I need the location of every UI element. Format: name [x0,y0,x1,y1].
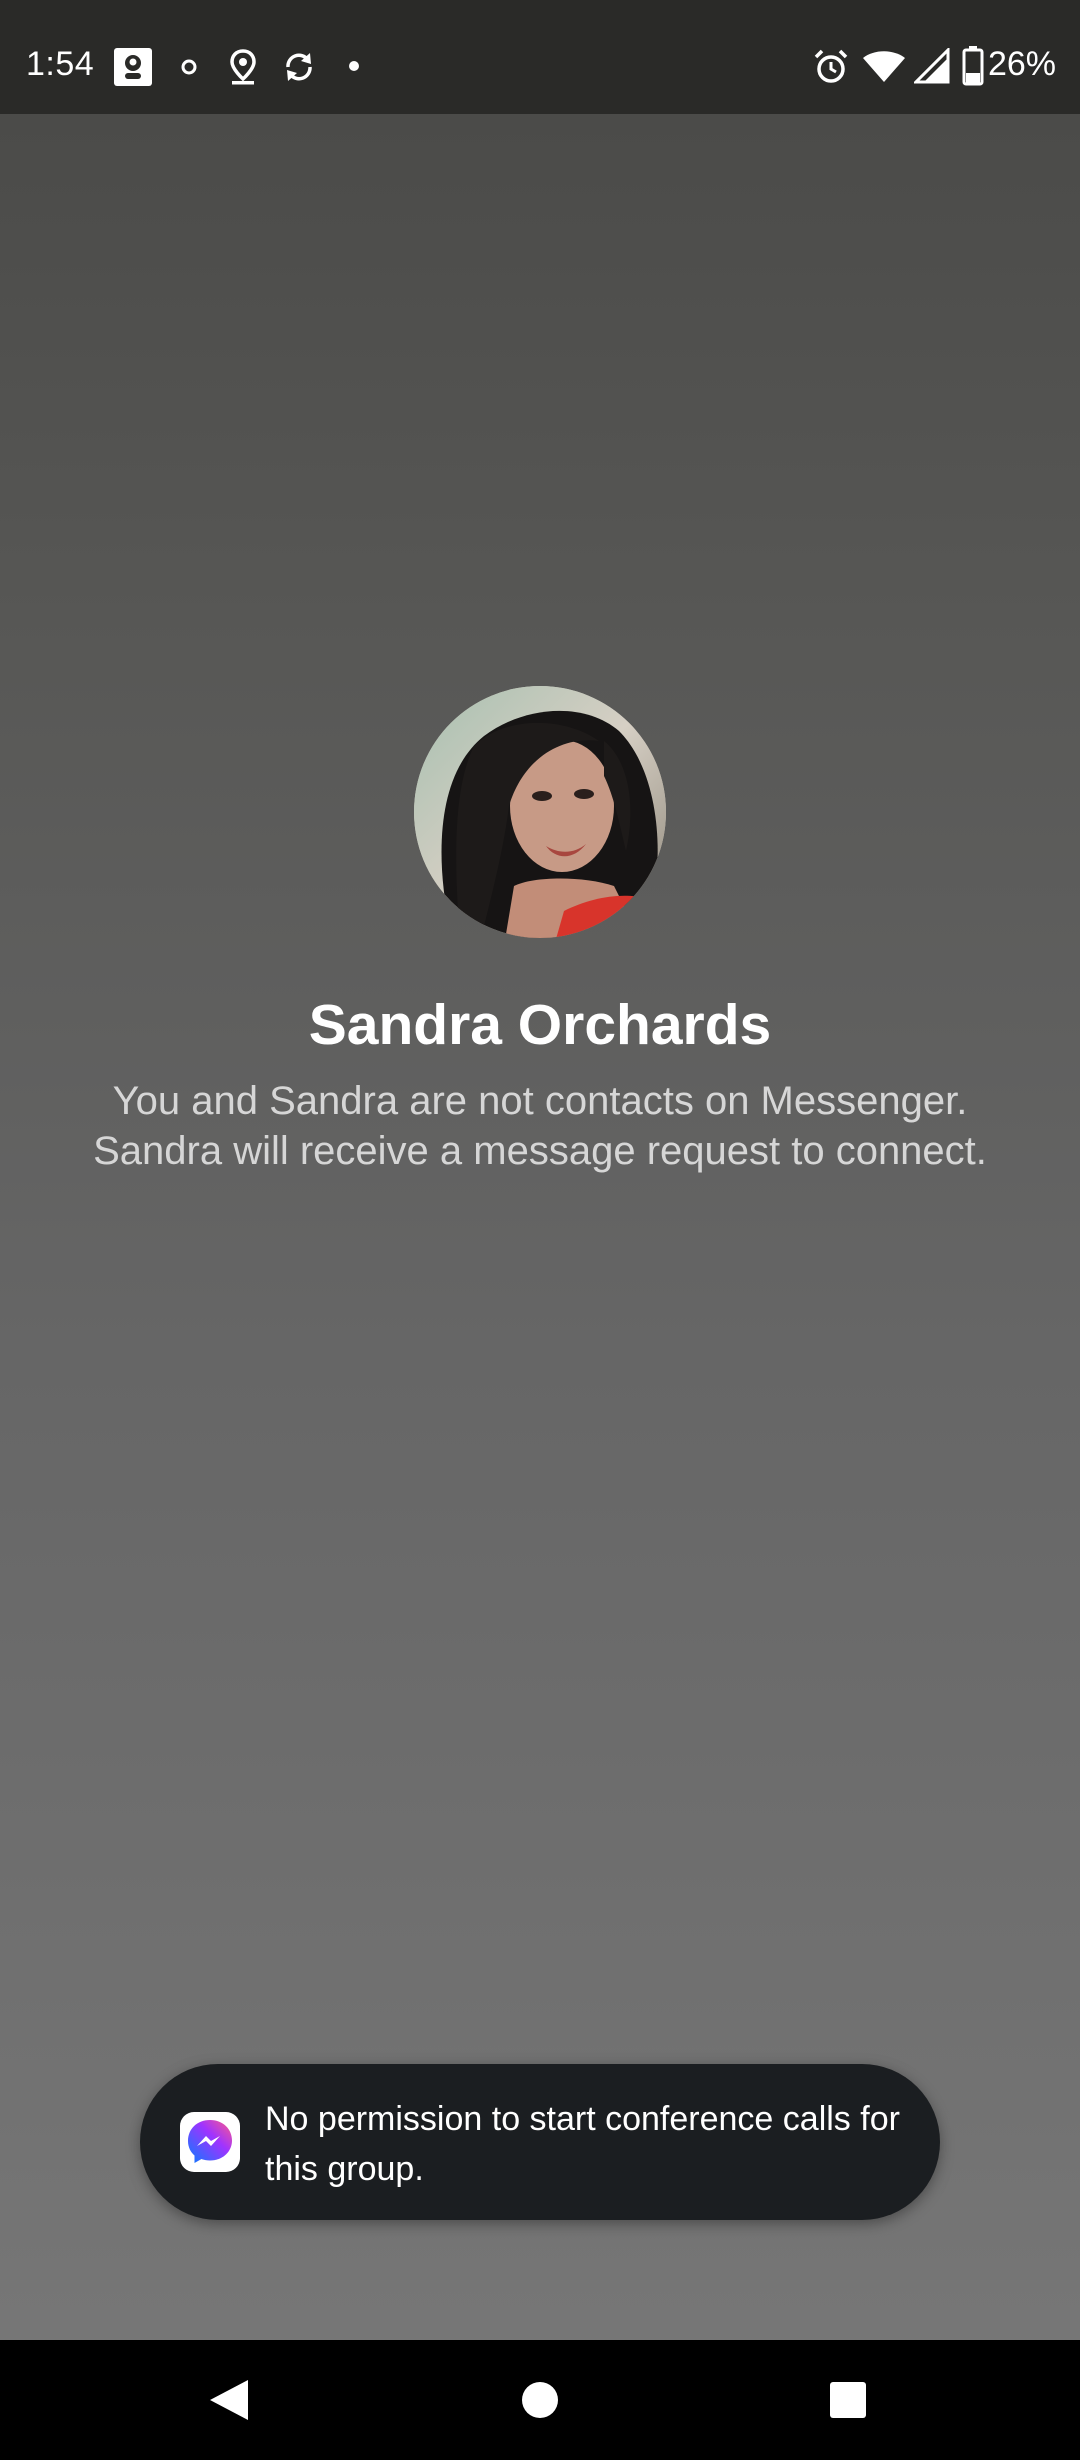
toast-message: No permission to start conference calls … [265,2100,900,2188]
permission-toast: No permission to start conference calls … [140,2064,940,2220]
cell-signal-icon [914,48,950,84]
alarm-icon [814,49,848,83]
messenger-icon [188,2120,232,2163]
contact-photo [414,686,666,938]
call-screen: 1:54 26% Sandra Orchards You and Sandra … [0,0,1080,2460]
system-nav-bar [0,2340,1080,2460]
circle-dot-icon [181,59,197,75]
home-icon[interactable] [500,2360,580,2440]
location-icon [230,49,256,85]
small-dot-icon [349,61,359,71]
app-notification-icon [114,48,152,86]
status-time: 1:54 [26,45,95,83]
battery-icon [962,46,984,86]
wifi-icon [863,51,905,82]
contact-avatar [414,686,666,938]
contact-request-note: You and Sandra are not contacts on Messe… [93,1079,987,1173]
recents-icon[interactable] [808,2360,888,2440]
toast-app-icon-container [180,2112,240,2172]
battery-percent: 26% [987,45,1056,83]
sync-icon [286,53,312,81]
back-icon[interactable] [188,2360,268,2440]
status-bar: 1:54 26% [0,0,1080,114]
contact-name: Sandra Orchards [308,993,772,1057]
